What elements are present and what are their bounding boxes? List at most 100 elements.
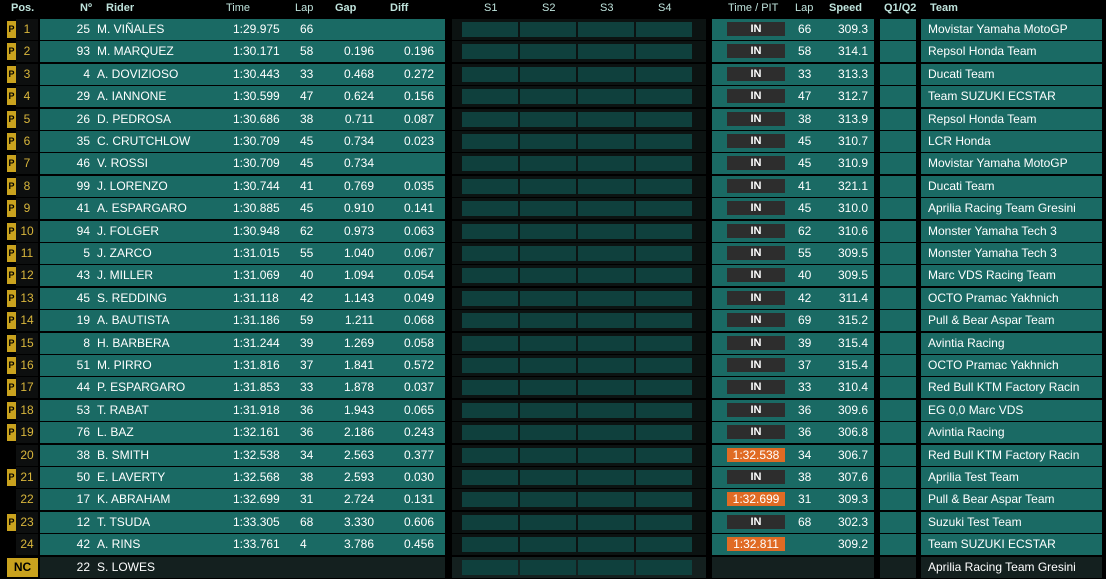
table-row[interactable]: 17 P 44 P. ESPARGARO 1:31.853 33 1.878 0.037 33 3… (0, 377, 1106, 399)
pit-flag-badge: P (7, 289, 16, 307)
pit-flag-badge: P (7, 401, 16, 419)
sector-3-cell (578, 537, 634, 553)
row-panel-b4 (880, 153, 916, 175)
lap-time: 1:30.744 (233, 178, 280, 193)
pit-in-indicator: IN (727, 89, 785, 104)
sector-2-cell (520, 246, 576, 261)
position-number: 16 (16, 355, 38, 376)
table-row[interactable]: 13 P 45 S. REDDING 1:31.118 42 1.143 0.049 42 311… (0, 287, 1106, 309)
gap-value: 2.724 (343, 492, 374, 507)
position-number: 18 (16, 399, 38, 421)
speed-value: 310.4 (837, 380, 868, 395)
table-row[interactable]: 8 P 99 J. LORENZO 1:30.744 41 0.769 0.035 41 321.… (0, 175, 1106, 197)
position-number: 23 (16, 511, 38, 533)
pit-flag-badge: P (7, 177, 16, 195)
team-name: OCTO Pramac Yakhnich (928, 358, 1059, 372)
rider-name: J. MILLER (97, 268, 154, 283)
table-row[interactable]: 7 P 46 V. ROSSI 1:30.709 45 0.734 45 310.9 Movist… (0, 153, 1106, 175)
sector-4-cell (636, 537, 692, 553)
rider-number: 76 (76, 425, 90, 440)
sector-3-cell (578, 425, 634, 441)
diff-value: 0.037 (403, 380, 434, 395)
rider-number: 53 (76, 402, 90, 417)
row-panel-b4 (880, 108, 916, 130)
gap-value: 0.734 (343, 156, 374, 171)
gap-value: 2.593 (343, 470, 374, 484)
sector-1-cell (462, 358, 518, 373)
position-number: 2 (16, 41, 38, 63)
sector-4-cell (636, 470, 692, 485)
pit-lap: 66 (798, 22, 812, 36)
team-name: Suzuki Test Team (928, 514, 1022, 529)
speed-value: 315.2 (837, 313, 868, 328)
table-row[interactable]: 12 P 43 J. MILLER 1:31.069 40 1.094 0.054 40 309.… (0, 265, 1106, 287)
gap-value: 0.769 (343, 178, 374, 193)
rider-name: E. LAVERTY (97, 470, 166, 484)
table-row[interactable]: 4 P 29 A. IANNONE 1:30.599 47 0.624 0.156 47 312.… (0, 86, 1106, 108)
gap-value: 0.734 (343, 134, 374, 148)
rider-name: D. PEDROSA (97, 111, 172, 126)
lap-time: 1:31.244 (233, 335, 280, 350)
speed-value: 307.6 (837, 470, 868, 484)
table-row[interactable]: 21 P 50 E. LAVERTY 1:32.568 38 2.593 0.030 38 307… (0, 467, 1106, 488)
table-row[interactable]: 10 P 94 J. FOLGER 1:30.948 62 0.973 0.063 62 310.… (0, 220, 1106, 242)
table-row[interactable]: 19 P 76 L. BAZ 1:32.161 36 2.186 0.243 36 306.8 Av… (0, 422, 1106, 444)
team-name: Movistar Yamaha MotoGP (928, 156, 1068, 171)
rider-name: M. VIÑALES (97, 22, 165, 36)
pit-flag-badge: P (7, 110, 16, 128)
table-row[interactable]: 5 P 26 D. PEDROSA 1:30.686 38 0.711 0.087 38 313.… (0, 108, 1106, 130)
table-row[interactable]: 11 P 5 J. ZARCO 1:31.015 55 1.040 0.067 55 309.5 M… (0, 243, 1106, 264)
table-row[interactable]: 16 P 51 M. PIRRO 1:31.816 37 1.841 0.572 37 315.4… (0, 355, 1106, 376)
row-panel-b4 (880, 220, 916, 242)
sector-1-cell (462, 22, 518, 37)
lap-time: 1:31.186 (233, 313, 280, 328)
speed-value: 314.1 (837, 44, 868, 59)
header-rider: Rider (106, 2, 135, 14)
pit-in-indicator: IN (727, 22, 785, 36)
sector-1-cell (462, 66, 518, 82)
table-row[interactable]: 23 P 12 T. TSUDA 1:33.305 68 3.330 0.606 68 302.3… (0, 511, 1106, 533)
lap-time: 1:30.885 (233, 201, 280, 216)
pit-flag-badge: P (7, 133, 16, 150)
team-name: Repsol Honda Team (928, 44, 1037, 59)
position-number: 7 (16, 153, 38, 175)
position-number: 1 (16, 19, 38, 40)
table-row[interactable]: 22 17 K. ABRAHAM 1:32.699 31 2.724 0.131 31 309.… (0, 489, 1106, 511)
gap-value: 1.943 (343, 402, 374, 417)
pit-in-indicator: IN (727, 470, 785, 484)
sector-1-cell (462, 559, 518, 575)
lap-count: 66 (300, 22, 314, 36)
table-row[interactable]: 18 P 53 T. RABAT 1:31.918 36 1.943 0.065 36 309.6… (0, 399, 1106, 421)
table-row[interactable]: 1 P 25 M. VIÑALES 1:29.975 66 66 309.3 Movistar … (0, 19, 1106, 40)
table-row[interactable]: 15 P 8 H. BARBERA 1:31.244 39 1.269 0.058 39 315.… (0, 332, 1106, 354)
pit-lap: 33 (798, 380, 812, 395)
pit-lap: 36 (798, 425, 812, 440)
lap-count: 59 (300, 313, 314, 328)
pit-lap: 33 (798, 66, 812, 81)
table-row[interactable]: 9 P 41 A. ESPARGARO 1:30.885 45 0.910 0.141 45 31… (0, 198, 1106, 220)
sector-4-cell (636, 358, 692, 373)
pit-flag-badge: P (7, 43, 16, 61)
table-row[interactable]: 6 P 35 C. CRUTCHLOW 1:30.709 45 0.734 0.023 45 31… (0, 131, 1106, 152)
diff-value: 0.035 (403, 178, 434, 193)
table-row[interactable]: NC 22 S. LOWES Aprilia Racing Team Gresini (0, 556, 1106, 578)
pit-lap: 42 (798, 290, 812, 305)
pit-lap: 38 (798, 111, 812, 126)
team-name: EG 0,0 Marc VDS (928, 402, 1024, 417)
table-row[interactable]: 3 P 4 A. DOVIZIOSO 1:30.443 33 0.468 0.272 33 313… (0, 63, 1106, 85)
lap-time: 1:33.761 (233, 537, 280, 552)
rider-number: 35 (76, 134, 90, 148)
gap-value: 2.563 (343, 447, 374, 462)
table-row[interactable]: 24 42 A. RINS 1:33.761 4 3.786 0.456 309.2 Team … (0, 534, 1106, 556)
lap-count: 34 (300, 447, 314, 462)
sector-1-cell (462, 470, 518, 485)
speed-value: 310.0 (837, 201, 868, 216)
rider-number: 94 (76, 223, 90, 238)
table-row[interactable]: 14 P 19 A. BAUTISTA 1:31.186 59 1.211 0.068 69 31… (0, 310, 1106, 332)
rider-name: A. RINS (97, 537, 141, 552)
header-diff: Diff (390, 2, 409, 14)
pit-lap: 36 (798, 402, 812, 417)
table-row[interactable]: 20 38 B. SMITH 1:32.538 34 2.563 0.377 34 306.7 R… (0, 444, 1106, 466)
sector-3-cell (578, 44, 634, 60)
table-row[interactable]: 2 P 93 M. MARQUEZ 1:30.171 58 0.196 0.196 58 314.… (0, 41, 1106, 63)
